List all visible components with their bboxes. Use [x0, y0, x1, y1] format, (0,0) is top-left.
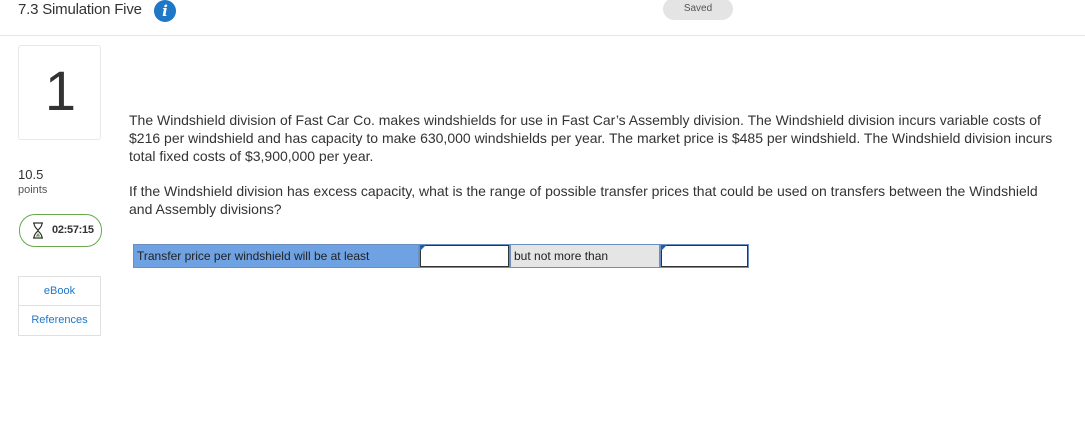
timer[interactable]: 02:57:15 — [19, 214, 102, 247]
timer-text: 02:57:15 — [52, 224, 94, 236]
min-price-input[interactable] — [420, 245, 509, 267]
hourglass-icon — [33, 222, 43, 239]
question-text: The Windshield division of Fast Car Co. … — [129, 111, 1059, 218]
min-price-cell[interactable] — [419, 244, 510, 268]
points-label: points — [18, 184, 48, 196]
max-price-cell[interactable] — [660, 244, 749, 268]
references-button[interactable]: References — [18, 306, 101, 336]
assignment-title: 7.3 Simulation Five — [18, 1, 142, 18]
max-price-input[interactable] — [661, 245, 748, 267]
question-prompt: If the Windshield division has excess ca… — [129, 183, 1038, 217]
ebook-button[interactable]: eBook — [18, 276, 101, 306]
top-bar: 7.3 Simulation Five i Saved — [0, 0, 1085, 36]
min-price-label: Transfer price per windshield will be at… — [133, 244, 419, 268]
cell-marker-icon — [661, 245, 667, 251]
question-number: 1 — [44, 59, 77, 122]
cell-marker-icon — [420, 245, 426, 251]
info-icon[interactable]: i — [154, 0, 176, 22]
question-number-card: 1 — [18, 45, 101, 140]
saved-status-badge: Saved — [663, 0, 733, 20]
question-paragraph: The Windshield division of Fast Car Co. … — [129, 112, 1053, 164]
points-value: 10.5 — [18, 167, 44, 182]
max-price-label: but not more than — [510, 244, 660, 268]
